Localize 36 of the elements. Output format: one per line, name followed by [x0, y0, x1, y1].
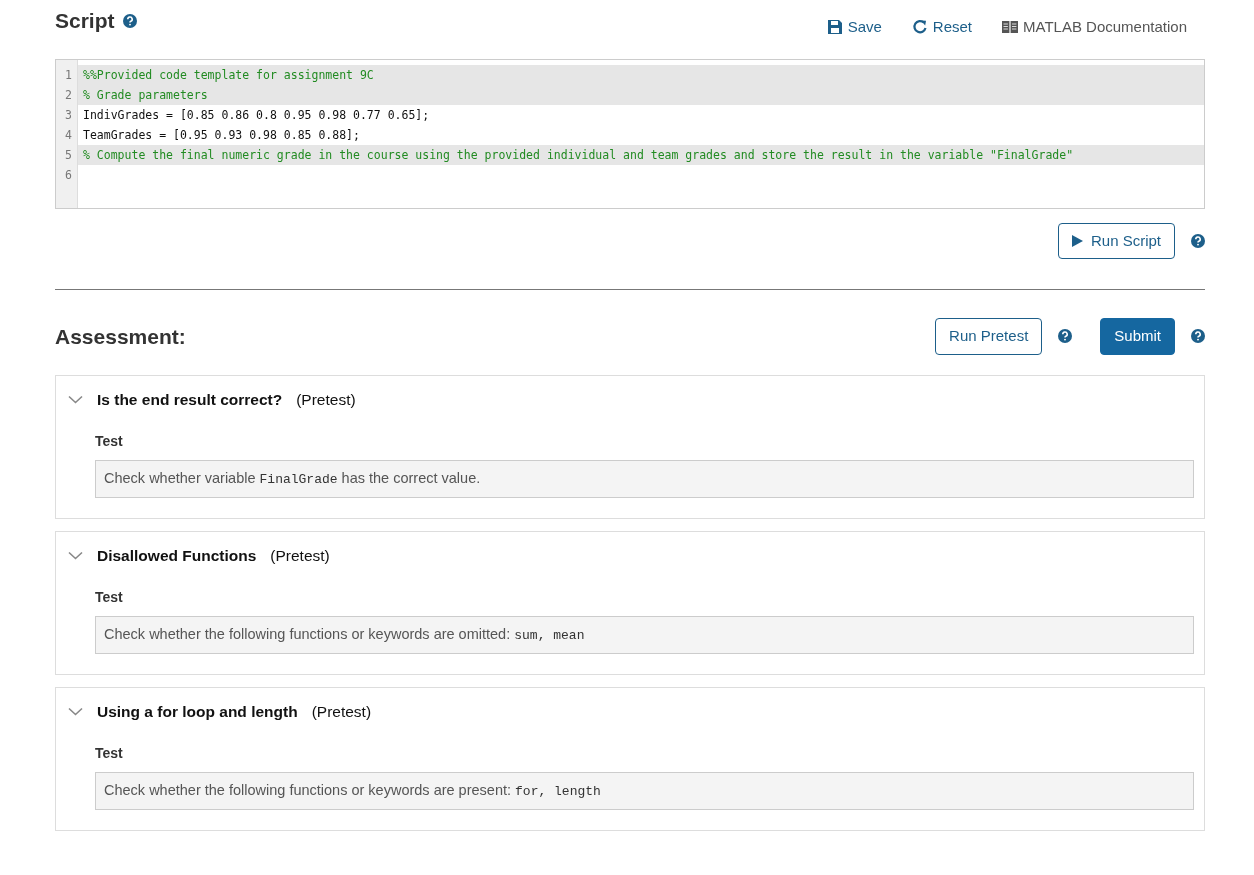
run-pretest-button[interactable]: Run Pretest [935, 318, 1043, 355]
section-title: Script [55, 8, 115, 34]
test-title: Using a for loop and length [97, 701, 298, 722]
help-icon[interactable] [122, 13, 137, 28]
test-label: Test [95, 743, 124, 763]
line-number: 2 [64, 86, 73, 104]
line-number: 1 [64, 66, 73, 84]
code-line: TeamGrades = [0.95 0.93 0.98 0.85 0.88]; [82, 126, 361, 144]
line-number: 4 [64, 126, 73, 144]
save-button[interactable]: Save [826, 16, 882, 39]
test-tag: (Pretest) [296, 387, 356, 411]
test-title: Disallowed Functions [97, 545, 257, 566]
help-icon[interactable] [1191, 329, 1205, 344]
documentation-link[interactable]: MATLAB Documentation [1002, 16, 1187, 39]
code-line: IndivGrades = [0.85 0.86 0.8 0.95 0.98 0.77 0.65]; [82, 106, 431, 124]
line-number: 3 [64, 106, 73, 124]
test-label: Test [95, 431, 124, 451]
test-description: Check whether the following functions or keywords are omitted: sum, mean [95, 615, 1194, 654]
reset-button[interactable]: Reset [911, 16, 973, 39]
test-tag: (Pretest) [311, 699, 372, 723]
line-number: 5 [64, 146, 73, 164]
section-title: Assessment: [55, 323, 186, 349]
run-script-button[interactable]: Run Script [1057, 222, 1175, 259]
book-icon [1002, 20, 1019, 35]
test-description: Check whether variable FinalGrade has the correct value. [95, 459, 1194, 498]
help-icon[interactable] [1058, 329, 1073, 344]
play-icon [1071, 234, 1083, 247]
save-icon [826, 19, 843, 36]
test-label: Test [95, 587, 124, 607]
test-description: Check whether the following functions or keywords are present: for, length [95, 771, 1194, 810]
submit-button[interactable]: Submit [1100, 318, 1175, 355]
test-tag: (Pretest) [270, 543, 330, 567]
reset-icon [911, 19, 928, 36]
line-number: 6 [64, 166, 73, 184]
test-title: Is the end result correct? [97, 389, 283, 410]
help-icon[interactable] [1191, 233, 1205, 248]
